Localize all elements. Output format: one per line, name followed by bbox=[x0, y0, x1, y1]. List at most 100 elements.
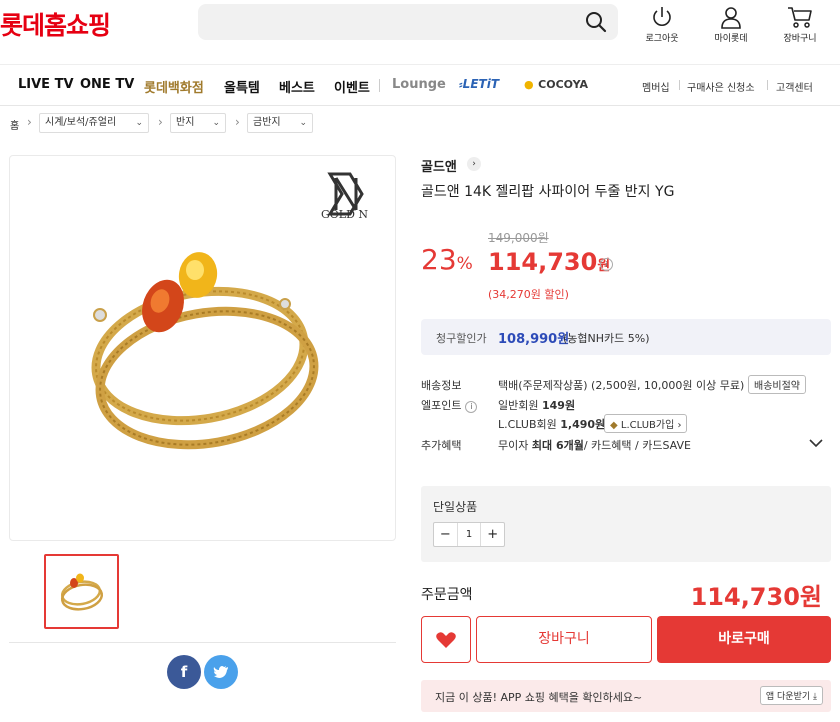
main-nav: LIVE TV ONE TV 롯데백화점 올특템 베스트 이벤트 Lounge … bbox=[0, 64, 840, 106]
nav-letit[interactable]: ⸗LETiT bbox=[459, 77, 499, 92]
cocoya-label: COCOYA bbox=[538, 78, 589, 91]
benefits-value: 무이자 최대 6개월/ 카드혜택 / 카드SAVE bbox=[498, 437, 691, 453]
chevron-down-icon: ⌄ bbox=[135, 118, 143, 128]
logout-label: 로그아웃 bbox=[645, 34, 679, 44]
breadcrumb-label: 금반지 bbox=[253, 117, 281, 128]
card-discount-label: 청구할인가 bbox=[436, 332, 487, 345]
cocoya-icon: ● bbox=[524, 78, 534, 91]
lpoint-regular: 일반회원 149원 bbox=[498, 397, 575, 413]
lclub-badge-icon: ◆ bbox=[610, 420, 618, 431]
nav-olteuktem[interactable]: 올특템 bbox=[224, 77, 260, 96]
original-price: 149,000원 bbox=[488, 231, 549, 245]
breadcrumb-category-3[interactable]: 금반지 ⌄ bbox=[247, 113, 313, 133]
lpoint-regular-label: 일반회원 bbox=[498, 399, 539, 412]
option-label: 단일상품 bbox=[433, 500, 478, 514]
lpoint-label: 엘포인트 i bbox=[421, 397, 478, 413]
nav-cocoya[interactable]: ● COCOYA bbox=[524, 77, 588, 92]
cart-button[interactable]: 장바구니 bbox=[770, 4, 830, 44]
lclub-join-label: L.CLUB가입 bbox=[620, 420, 675, 431]
app-download-button[interactable]: 앱 다운받기 ⤓ bbox=[759, 686, 823, 705]
chevron-right-icon: › bbox=[158, 115, 163, 129]
breadcrumb-category-2[interactable]: 반지 ⌄ bbox=[170, 113, 226, 133]
my-lotte-label: 마이롯데 bbox=[714, 34, 748, 44]
minus-icon[interactable]: − bbox=[434, 523, 457, 546]
quantity-stepper[interactable]: − 1 + bbox=[433, 522, 505, 547]
lpoint-club: L.CLUB회원 1,490원 bbox=[498, 416, 605, 432]
my-lotte-button[interactable]: 마이롯데 bbox=[701, 4, 761, 44]
util-customer-center[interactable]: 고객센터 bbox=[776, 79, 813, 94]
wishlist-button[interactable] bbox=[421, 616, 471, 663]
info-icon[interactable]: i bbox=[600, 258, 613, 271]
discount-value: 23 bbox=[421, 243, 457, 276]
benefits-prefix: 무이자 bbox=[498, 439, 529, 452]
option-box: 단일상품 − 1 + bbox=[421, 486, 831, 562]
lpoint-club-value: 1,490원 bbox=[560, 418, 606, 431]
chevron-down-icon: ⌄ bbox=[212, 118, 220, 128]
chevron-down-icon: ⌄ bbox=[299, 118, 307, 128]
nav-lotte-department[interactable]: 롯데백화점 bbox=[144, 77, 204, 96]
sale-price-value: 114,730 bbox=[488, 248, 598, 276]
thumbnail-1[interactable] bbox=[44, 554, 119, 629]
breadcrumb-home[interactable]: 홈 bbox=[10, 117, 19, 132]
nav-live-tv[interactable]: LIVE TV bbox=[18, 77, 74, 92]
chevron-right-icon: › bbox=[235, 115, 240, 129]
benefits-label: 추가혜택 bbox=[421, 439, 462, 452]
product-title: 골드앤 14K 젤리팝 사파이어 두줄 반지 YG bbox=[421, 184, 675, 200]
download-icon: ⤓ bbox=[813, 692, 817, 702]
person-icon bbox=[721, 7, 741, 29]
search-icon[interactable] bbox=[584, 10, 608, 34]
sale-price: 114,730원 bbox=[488, 248, 610, 276]
twitter-bird-icon bbox=[213, 666, 228, 678]
info-icon[interactable]: i bbox=[465, 401, 478, 413]
lpoint-label-text: 엘포인트 bbox=[421, 399, 462, 412]
ring-image: GOLD N bbox=[91, 172, 368, 450]
discount-amount: (34,270원 할인) bbox=[488, 288, 569, 301]
product-image[interactable]: GOLD N bbox=[9, 155, 396, 541]
app-promo-text: 지금 이 상품! APP 쇼핑 혜택을 확인하세요~ bbox=[435, 691, 643, 704]
chevron-right-icon[interactable]: › bbox=[467, 157, 481, 171]
buy-now-button[interactable]: 바로구매 bbox=[657, 616, 831, 663]
nav-lounge[interactable]: Lounge bbox=[392, 77, 446, 92]
app-promo-bar: 지금 이 상품! APP 쇼핑 혜택을 확인하세요~ 앱 다운받기 ⤓ bbox=[421, 680, 831, 712]
twitter-share-icon[interactable] bbox=[204, 655, 238, 689]
nav-event[interactable]: 이벤트 bbox=[334, 77, 370, 96]
chevron-down-icon[interactable] bbox=[808, 437, 824, 449]
lclub-join-button[interactable]: ◆ L.CLUB가입 › bbox=[604, 414, 688, 433]
util-gift-apply[interactable]: 구매사은 신청소 bbox=[687, 79, 755, 94]
cart-icon bbox=[788, 7, 812, 28]
thumbnail-ring-image bbox=[60, 573, 104, 611]
shipping-save-button[interactable]: 배송비절약 bbox=[748, 375, 806, 394]
nav-divider bbox=[379, 79, 380, 92]
search-input[interactable] bbox=[198, 4, 618, 40]
logout-button[interactable]: 로그아웃 bbox=[632, 4, 692, 44]
plus-icon[interactable]: + bbox=[481, 523, 504, 546]
chevron-right-icon: › bbox=[27, 115, 32, 129]
nav-one-tv[interactable]: ONE TV bbox=[80, 77, 134, 92]
lpoint-club-label: L.CLUB회원 bbox=[498, 418, 557, 431]
card-discount-value: 108,990원 bbox=[498, 332, 570, 347]
shipping-value: 택배(주문제작상품) (2,500원, 10,000원 이상 무료) bbox=[498, 379, 745, 392]
nav-best[interactable]: 베스트 bbox=[279, 77, 315, 96]
card-discount-card: (농협NH카드 5%) bbox=[563, 332, 650, 345]
total-price: 114,730원 bbox=[690, 583, 822, 611]
discount-unit: % bbox=[456, 254, 473, 274]
card-discount-box: 청구할인가 108,990원 (농협NH카드 5%) bbox=[421, 319, 831, 355]
discount-rate: 23% bbox=[421, 243, 473, 276]
letit-label: LETiT bbox=[462, 77, 499, 91]
facebook-share-icon[interactable]: f bbox=[167, 655, 201, 689]
image-brand-text: GOLD N bbox=[321, 208, 368, 221]
quantity-value[interactable]: 1 bbox=[456, 523, 482, 546]
benefits-rest: / 카드혜택 / 카드SAVE bbox=[583, 439, 691, 452]
logo[interactable]: 롯데홈쇼핑 bbox=[0, 6, 111, 42]
util-divider bbox=[767, 80, 768, 90]
brand-name[interactable]: 골드앤 bbox=[421, 156, 457, 175]
shipping-label: 배송정보 bbox=[421, 379, 462, 392]
heart-icon bbox=[436, 632, 456, 648]
util-membership[interactable]: 멤버십 bbox=[642, 79, 670, 94]
util-divider bbox=[679, 80, 680, 90]
add-to-cart-button[interactable]: 장바구니 bbox=[476, 616, 652, 663]
power-icon bbox=[653, 7, 671, 26]
lpoint-regular-value: 149원 bbox=[541, 399, 576, 412]
breadcrumb-category-1[interactable]: 시계/보석/쥬얼리 ⌄ bbox=[39, 113, 149, 133]
total-label: 주문금액 bbox=[421, 587, 473, 603]
